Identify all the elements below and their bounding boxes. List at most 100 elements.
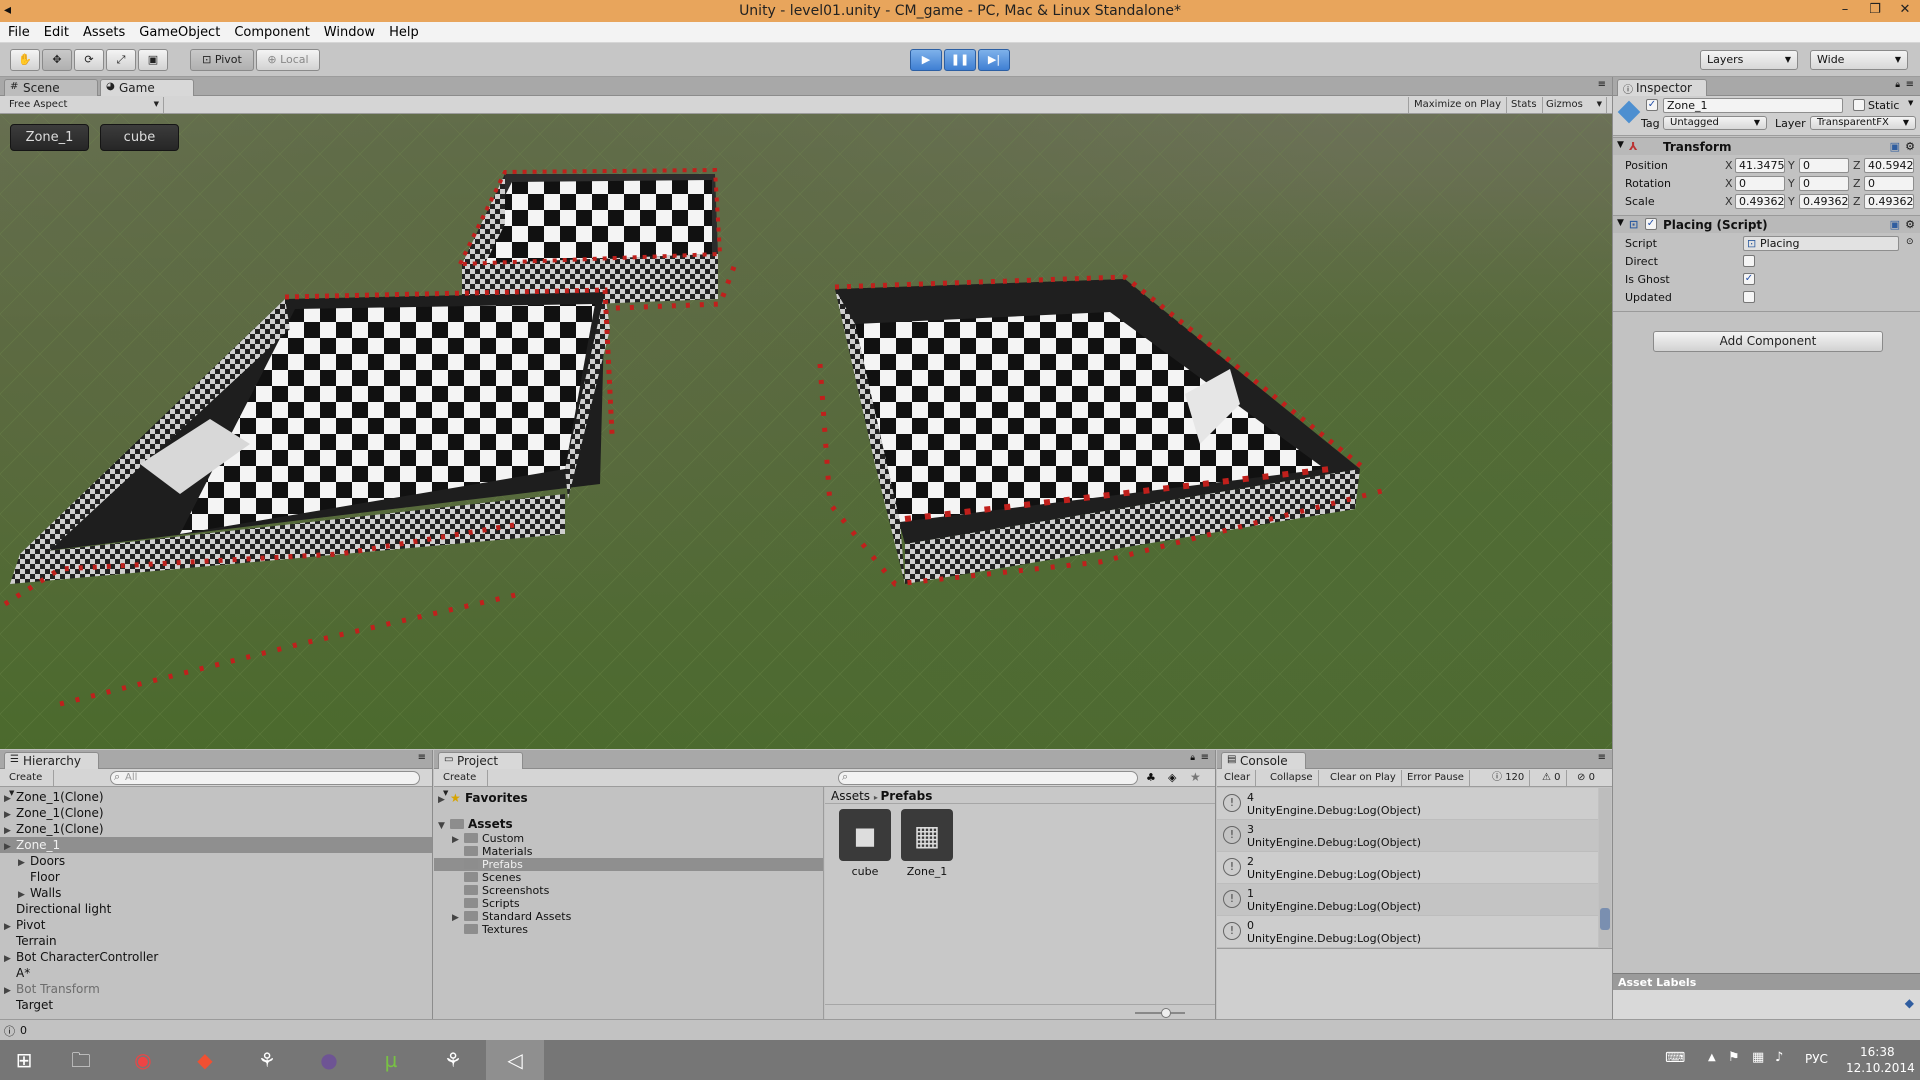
hierarchy-item[interactable]: ▶ Pivot [0, 917, 432, 933]
console-entry[interactable]: ! 4 UnityEngine.Debug:Log(Object) [1217, 788, 1598, 820]
taskbar-monodevelop[interactable]: ⚘ [238, 1040, 296, 1080]
asset-tile[interactable]: ◼ cube [839, 809, 891, 889]
taskbar-utorrent[interactable]: µ [362, 1040, 420, 1080]
hierarchy-item[interactable]: ▶ Walls [0, 885, 432, 901]
gizmos-dropdown[interactable]: Gizmos ▼ [1541, 97, 1607, 113]
taskbar-git[interactable]: ◆ [176, 1040, 234, 1080]
panel-menu-icon[interactable]: ≡ [1598, 79, 1606, 90]
close-button[interactable]: ✕ [1890, 0, 1920, 22]
static-checkbox[interactable] [1853, 99, 1865, 111]
hierarchy-item[interactable]: Terrain [0, 933, 432, 949]
clock-time[interactable]: 16:38 [1860, 1045, 1895, 1059]
tab-project[interactable]: ▭ Project [438, 752, 523, 769]
hierarchy-item[interactable]: Target [0, 997, 432, 1013]
clear-on-play-button[interactable]: Clear on Play [1325, 770, 1402, 786]
help-book-icon[interactable]: ▣ [1890, 218, 1900, 231]
object-picker-icon[interactable]: ⊙ [1906, 237, 1914, 247]
game-viewport[interactable]: Zone_1 cube [0, 114, 1612, 749]
menu-assets[interactable]: Assets [75, 22, 131, 40]
layout-dropdown[interactable]: Wide ▼ [1810, 50, 1908, 70]
folder-item[interactable]: ▶ Custom [434, 832, 823, 845]
panel-menu-icon[interactable]: ≡ [1906, 79, 1914, 90]
keyboard-icon[interactable]: ⌨ [1665, 1050, 1685, 1066]
network-icon[interactable]: ▦ [1752, 1050, 1764, 1065]
restore-button[interactable]: ❐ [1860, 0, 1890, 22]
scale-y-field[interactable]: 0.49362 [1799, 194, 1849, 209]
hierarchy-search-input[interactable]: All [110, 771, 420, 785]
start-button[interactable]: ⊞ [0, 1040, 48, 1080]
hierarchy-item[interactable]: ▶ Zone_1(Clone) [0, 805, 432, 821]
hierarchy-item[interactable]: A* [0, 965, 432, 981]
zoom-slider[interactable] [1135, 1012, 1185, 1014]
hierarchy-item[interactable]: Directional light [0, 901, 432, 917]
pause-button[interactable]: ❚❚ [944, 49, 976, 71]
rect-tool-button[interactable]: ▣ [138, 49, 168, 71]
folder-item[interactable]: Prefabs [434, 858, 823, 871]
maximize-on-play-button[interactable]: Maximize on Play [1408, 97, 1508, 113]
project-create-button[interactable]: Create ▼ [438, 770, 488, 797]
console-entry[interactable]: ! 0 UnityEngine.Debug:Log(Object) [1217, 916, 1598, 948]
script-field[interactable]: ⊡ Placing [1743, 236, 1899, 251]
position-z-field[interactable]: 40.5942 [1864, 158, 1914, 173]
taskbar-explorer[interactable]: 🗀 [52, 1040, 110, 1080]
hierarchy-item[interactable]: ▶ Zone_1 [0, 837, 432, 853]
favorite-star-icon[interactable]: ★ [1190, 770, 1201, 784]
play-button[interactable]: ▶ [910, 49, 942, 71]
scale-tool-button[interactable]: ⤢ [106, 49, 136, 71]
tray-expand-icon[interactable]: ▲ [1708, 1052, 1716, 1063]
console-entry[interactable]: ! 3 UnityEngine.Debug:Log(Object) [1217, 820, 1598, 852]
menu-help[interactable]: Help [381, 22, 425, 40]
asset-tile[interactable]: ▦ Zone_1 [901, 809, 953, 889]
panel-menu-icon[interactable]: ≡ [1598, 752, 1606, 763]
placing-component-header[interactable]: ▼ ⊡ ✓ Placing (Script) ▣ ⚙ [1613, 215, 1920, 233]
static-dropdown-arrow-icon[interactable]: ▼ [1908, 99, 1913, 107]
tab-inspector[interactable]: ⓘ Inspector [1617, 79, 1707, 96]
local-toggle[interactable]: ⊕ Local [256, 49, 320, 71]
zone-spawn-button[interactable]: Zone_1 [10, 124, 89, 151]
cube-spawn-button[interactable]: cube [100, 124, 179, 151]
menu-gameobject[interactable]: GameObject [131, 22, 226, 40]
hierarchy-item[interactable]: ▶ Zone_1(Clone) [0, 821, 432, 837]
info-filter-toggle[interactable]: ⓘ 120 [1487, 770, 1531, 786]
aspect-dropdown[interactable]: Free Aspect ▼ [4, 97, 164, 113]
rotate-tool-button[interactable]: ⟳ [74, 49, 104, 71]
clock-date[interactable]: 12.10.2014 [1846, 1061, 1915, 1075]
tab-game[interactable]: ◕ Game [100, 79, 194, 96]
assets-node[interactable]: ▼ Assets [434, 816, 823, 832]
object-name-field[interactable]: Zone_1 [1663, 98, 1843, 113]
hierarchy-item[interactable]: Floor [0, 869, 432, 885]
menu-component[interactable]: Component [226, 22, 315, 40]
console-scroll-thumb[interactable] [1600, 908, 1610, 930]
panel-menu-icon[interactable]: ≡ [418, 752, 426, 763]
scale-x-field[interactable]: 0.49362 [1735, 194, 1785, 209]
zoom-slider-handle[interactable] [1161, 1008, 1171, 1018]
warning-filter-toggle[interactable]: ⚠ 0 [1537, 770, 1567, 786]
flag-icon[interactable]: ⚑ [1728, 1050, 1740, 1065]
tab-scene[interactable]: # Scene [4, 79, 98, 96]
tag-dropdown[interactable]: Untagged ▼ [1663, 116, 1767, 130]
tag-icon[interactable]: ◆ [1905, 996, 1914, 1010]
folder-item[interactable]: Scenes [434, 871, 823, 884]
breadcrumb-root[interactable]: Assets [831, 789, 870, 803]
position-y-field[interactable]: 0 [1799, 158, 1849, 173]
step-button[interactable]: ▶| [978, 49, 1010, 71]
updated-checkbox[interactable] [1743, 291, 1755, 303]
is-ghost-checkbox[interactable]: ✓ [1743, 273, 1755, 285]
favorites-node[interactable]: ▶ ★ Favorites [434, 790, 823, 806]
taskbar-unity[interactable]: ◁ [486, 1040, 544, 1080]
console-scrollbar[interactable] [1599, 788, 1611, 948]
error-filter-toggle[interactable]: ⊘ 0 [1572, 770, 1600, 786]
project-search-input[interactable] [838, 771, 1138, 785]
clear-button[interactable]: Clear [1219, 770, 1257, 786]
taskbar-monodevelop-2[interactable]: ⚘ [424, 1040, 482, 1080]
stats-button[interactable]: Stats [1506, 97, 1543, 113]
layers-dropdown[interactable]: Layers ▼ [1700, 50, 1798, 70]
add-component-button[interactable]: Add Component [1653, 331, 1883, 352]
folder-item[interactable]: ▶ Standard Assets [434, 910, 823, 923]
filter-label-icon[interactable]: ◈ [1168, 771, 1176, 784]
position-x-field[interactable]: 41.3475 [1735, 158, 1785, 173]
taskbar-github[interactable]: ● [300, 1040, 358, 1080]
hand-tool-button[interactable]: ✋ [10, 49, 40, 71]
console-entry[interactable]: ! 2 UnityEngine.Debug:Log(Object) [1217, 852, 1598, 884]
gear-icon[interactable]: ⚙ [1905, 140, 1915, 153]
